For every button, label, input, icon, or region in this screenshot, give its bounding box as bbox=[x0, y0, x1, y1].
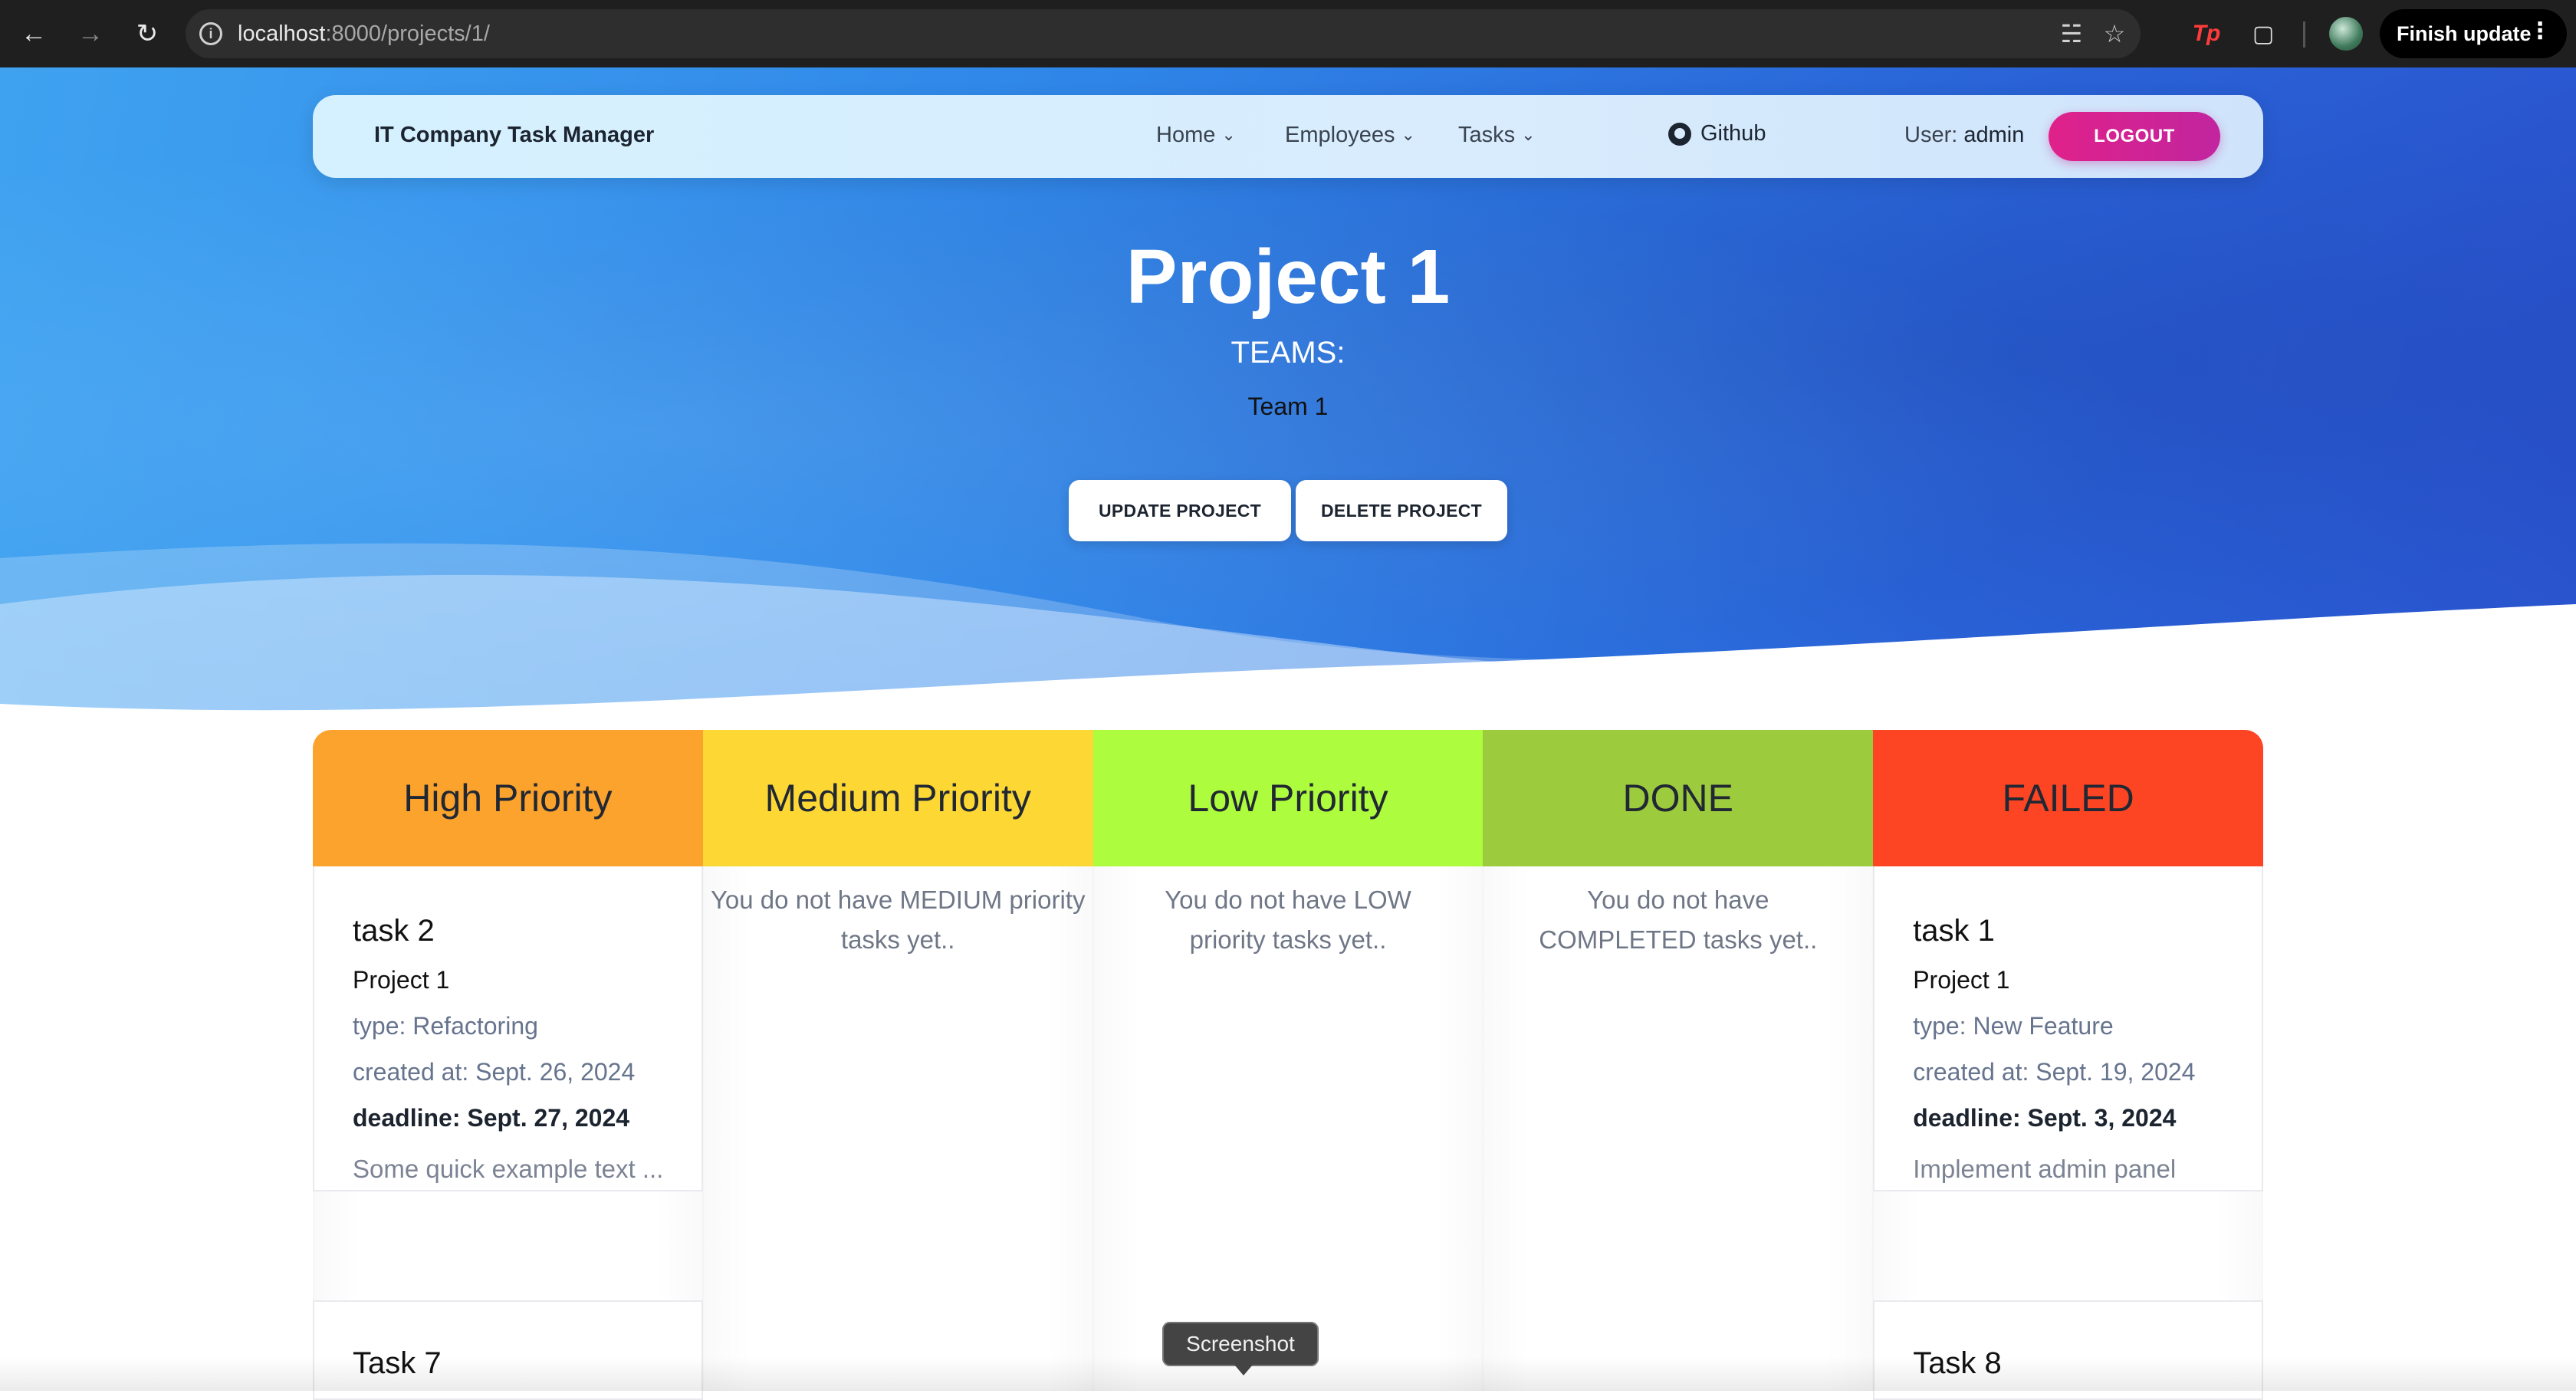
task-name[interactable]: task 2 bbox=[353, 914, 435, 948]
more-menu-icon[interactable]: ⋮ bbox=[2528, 20, 2551, 43]
column-high-priority: High Priority task 2 Project 1 type: Ref… bbox=[313, 730, 703, 1400]
browser-toolbar: ← → ↻ i localhost:8000/projects/1/ ☵ ☆ T… bbox=[0, 0, 2576, 67]
column-done: DONE You do not have COMPLETED tasks yet… bbox=[1483, 730, 1874, 1391]
task-board: High Priority task 2 Project 1 type: Ref… bbox=[313, 730, 2263, 1400]
chevron-down-icon: ⌄ bbox=[1401, 125, 1415, 144]
finish-update-button[interactable]: Finish update ⋮ bbox=[2380, 9, 2567, 58]
team-item: Team 1 bbox=[1247, 393, 1329, 420]
task-project: Project 1 bbox=[353, 966, 450, 994]
column-header: DONE bbox=[1483, 730, 1874, 866]
profile-avatar[interactable] bbox=[2329, 17, 2363, 51]
empty-column-message: You do not have COMPLETED tasks yet.. bbox=[1539, 886, 1818, 954]
main-navbar: IT Company Task Manager Home ⌄ Employees ⌄… bbox=[313, 95, 2263, 178]
reload-icon[interactable]: ↻ bbox=[126, 12, 169, 55]
current-user: User: admin bbox=[1904, 123, 2025, 147]
back-icon[interactable]: ← bbox=[12, 12, 55, 55]
column-header: FAILED bbox=[1873, 730, 2263, 866]
column-medium-priority: Medium Priority You do not have MEDIUM p… bbox=[702, 730, 1093, 1391]
logout-button[interactable]: LOGOUT bbox=[2049, 112, 2220, 161]
task-card[interactable]: task 2 Project 1 type: Refactoring creat… bbox=[313, 866, 703, 1191]
empty-column-message: You do not have LOW priority tasks yet.. bbox=[1165, 886, 1411, 954]
teams-heading: TEAMS: bbox=[1230, 336, 1346, 370]
empty-column-message: You do not have MEDIUM priority tasks ye… bbox=[710, 886, 1086, 954]
chevron-down-icon: ⌄ bbox=[1521, 125, 1536, 144]
task-type: type: Refactoring bbox=[353, 1012, 538, 1040]
task-name[interactable]: task 1 bbox=[1913, 914, 1995, 948]
delete-project-button[interactable]: DELETE PROJECT bbox=[1296, 480, 1507, 541]
nav-employees[interactable]: Employees ⌄ bbox=[1285, 123, 1415, 148]
column-low-priority: Low Priority You do not have LOW priorit… bbox=[1092, 730, 1484, 1391]
project-title: Project 1 bbox=[1125, 234, 1451, 320]
github-label: Github bbox=[1700, 121, 1766, 146]
task-created: created at: Sept. 26, 2024 bbox=[353, 1058, 636, 1086]
task-description: Some quick example text ... bbox=[353, 1155, 664, 1183]
column-header: Low Priority bbox=[1092, 730, 1484, 866]
column-failed: FAILED task 1 Project 1 type: New Featur… bbox=[1873, 730, 2263, 1400]
toolbar-divider bbox=[2303, 21, 2305, 48]
column-header: Medium Priority bbox=[702, 730, 1093, 866]
finish-update-label: Finish update bbox=[2397, 21, 2532, 45]
task-card[interactable]: task 1 Project 1 type: New Feature creat… bbox=[1873, 866, 2263, 1191]
screenshot-tooltip: Screenshot bbox=[1162, 1322, 1319, 1375]
address-url[interactable]: localhost:8000/projects/1/ bbox=[238, 21, 490, 47]
task-deadline: deadline: Sept. 27, 2024 bbox=[353, 1104, 630, 1132]
task-deadline: deadline: Sept. 3, 2024 bbox=[1913, 1104, 2177, 1132]
extension-tp-icon[interactable]: Tp bbox=[2190, 17, 2223, 51]
update-project-button[interactable]: UPDATE PROJECT bbox=[1069, 480, 1291, 541]
bookmark-star-icon[interactable]: ☆ bbox=[2101, 20, 2128, 48]
chevron-down-icon: ⌄ bbox=[1221, 125, 1236, 144]
site-info-icon[interactable]: i bbox=[199, 22, 222, 45]
task-type: type: New Feature bbox=[1913, 1012, 2114, 1040]
github-link[interactable]: Github bbox=[1668, 121, 1766, 146]
address-bar[interactable]: i localhost:8000/projects/1/ ☵ ☆ bbox=[186, 9, 2141, 58]
nav-home[interactable]: Home ⌄ bbox=[1156, 123, 1236, 148]
forward-icon[interactable]: → bbox=[69, 12, 112, 55]
translate-icon[interactable]: ☵ bbox=[2058, 20, 2085, 48]
github-icon bbox=[1668, 122, 1691, 146]
nav-tasks[interactable]: Tasks ⌄ bbox=[1458, 123, 1536, 148]
task-created: created at: Sept. 19, 2024 bbox=[1913, 1058, 2196, 1086]
brand-title[interactable]: IT Company Task Manager bbox=[374, 123, 654, 148]
extensions-puzzle-icon[interactable]: ▢ bbox=[2246, 17, 2280, 51]
column-header: High Priority bbox=[313, 730, 703, 866]
task-description: Implement admin panel bbox=[1913, 1155, 2177, 1183]
task-project: Project 1 bbox=[1913, 966, 2010, 994]
